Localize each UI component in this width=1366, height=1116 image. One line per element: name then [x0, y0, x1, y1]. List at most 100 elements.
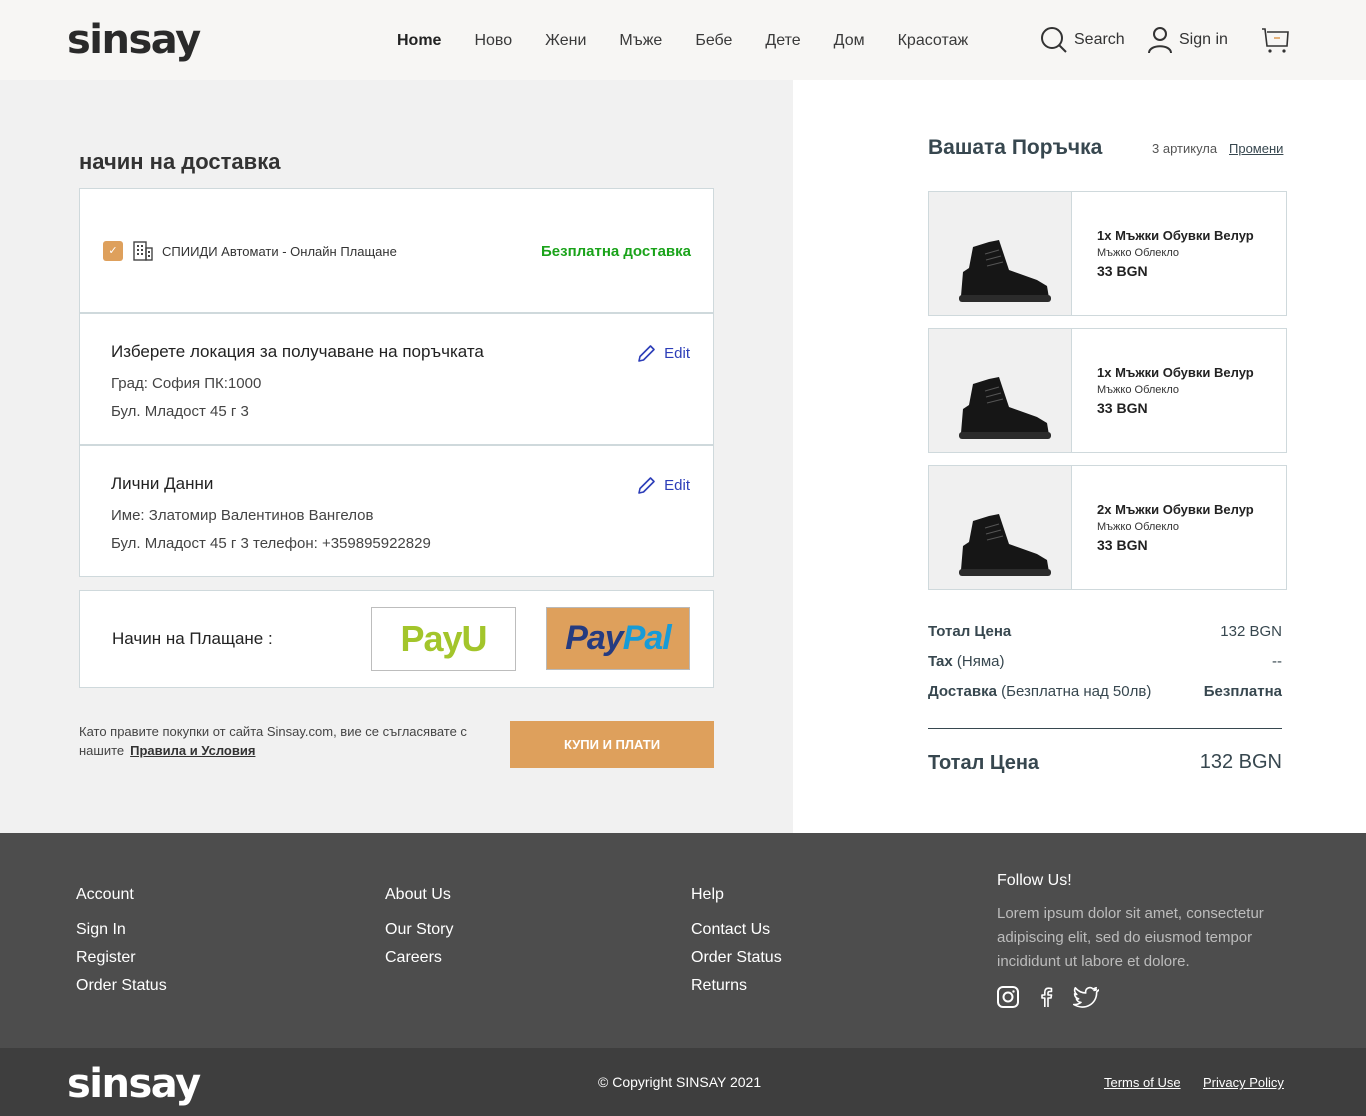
sign-in-button[interactable]: Sign in [1147, 26, 1228, 54]
cart-icon [1262, 28, 1289, 53]
footer-help-title: Help [691, 886, 724, 903]
footer-sinsay-logo[interactable]: sinsay [67, 1060, 201, 1108]
search-button[interactable]: Search [1040, 26, 1125, 54]
edit-label: Edit [664, 345, 690, 362]
footer-link-careers[interactable]: Careers [385, 949, 453, 967]
order-change-link[interactable]: Промени [1229, 141, 1283, 156]
instagram-icon[interactable] [997, 986, 1019, 1008]
personal-name: Име: Златомир Валентинов Вангелов [111, 507, 374, 524]
location-title: Изберете локация за получаване на поръчк… [111, 342, 484, 361]
personal-edit-button[interactable]: Edit [637, 476, 690, 495]
summary-divider [928, 728, 1282, 729]
item-price: 33 BGN [1097, 537, 1148, 553]
product-image [929, 329, 1072, 452]
subtotal-value: 132 BGN [1220, 623, 1282, 640]
location-edit-button[interactable]: Edit [637, 344, 690, 363]
personal-address-phone: Бул. Младост 45 г 3 телефон: +3598959228… [111, 535, 431, 552]
nav-women[interactable]: Жени [545, 31, 586, 51]
payment-method-card: Начин на Плащане : PayU Pay Pal [79, 590, 714, 688]
product-image [929, 466, 1072, 589]
footer-about: About Us Our Story Careers [385, 886, 453, 977]
delivery-option-name: СПИИДИ Автомати [162, 244, 279, 259]
location-card: Изберете локация за получаване на поръчк… [79, 313, 714, 445]
footer-link-register[interactable]: Register [76, 949, 167, 967]
order-item: 2х Мъжки Обувки Велур Мъжко Облекло 33 B… [928, 465, 1287, 590]
order-item: 1х Мъжки Обувки Велур Мъжко Облекло 33 B… [928, 191, 1287, 316]
item-name: 1х Мъжки Обувки Велур [1097, 228, 1254, 243]
delivery-checkbox[interactable]: ✓ [103, 241, 123, 261]
sign-in-label: Sign in [1179, 31, 1228, 48]
pencil-icon [638, 345, 655, 362]
shipping-label: Доставка [928, 683, 997, 700]
main-nav: Home Ново Жени Мъже Бебе Дете Дом Красот… [397, 31, 1001, 51]
shipping-label-wrap: Доставка (Безплатна над 50лв) [928, 683, 1151, 700]
footer-link-sign-in[interactable]: Sign In [76, 921, 167, 939]
search-label: Search [1074, 31, 1125, 48]
total-value: 132 BGN [1199, 751, 1282, 773]
footer-link-order-status[interactable]: Order Status [76, 977, 167, 995]
social-links [997, 986, 1297, 1008]
terms-notice: Като правите покупки от сайта Sinsay.com… [79, 722, 499, 760]
nav-baby[interactable]: Бебе [695, 31, 732, 51]
delivery-title: начин на доставка [79, 149, 281, 174]
delivery-option[interactable]: ✓ СПИИДИ Автомати - Онлайн Плащане Безпл… [79, 188, 714, 313]
tax-note: (Няма) [956, 653, 1005, 670]
twitter-icon[interactable] [1073, 986, 1099, 1008]
footer-link-order-status[interactable]: Order Status [691, 949, 782, 967]
product-image [929, 192, 1072, 315]
subtotal-label: Тотал Цена [928, 623, 1012, 640]
paypal-option[interactable]: Pay Pal [546, 607, 690, 670]
footer-account: Account Sign In Register Order Status [76, 886, 167, 1005]
payment-label: Начин на Плащане : [112, 629, 273, 648]
follow-text: Lorem ipsum dolor sit amet, consectetur … [997, 905, 1264, 970]
location-city: Град: София ПК:1000 [111, 375, 262, 392]
cart-button[interactable] [1261, 26, 1290, 60]
footer-bottom-bar: sinsay © Copyright SINSAY 2021 Terms of … [0, 1048, 1366, 1116]
nav-beauty[interactable]: Красотаж [898, 31, 969, 51]
site-header: sinsay Home Ново Жени Мъже Бебе Дете Дом… [0, 0, 1366, 80]
nav-home[interactable]: Home [397, 31, 441, 51]
nav-kids[interactable]: Дете [765, 31, 800, 51]
tax-label: Tax [928, 653, 953, 670]
footer-link-returns[interactable]: Returns [691, 977, 782, 995]
total-label: Тотал Цена [928, 752, 1040, 774]
shipping-note: (Безплатна над 50лв) [1001, 683, 1152, 700]
item-category: Мъжко Облекло [1097, 521, 1180, 533]
terms-of-use-link[interactable]: Terms of Use [1104, 1075, 1181, 1090]
edit-label: Edit [664, 477, 690, 494]
search-icon [1041, 27, 1067, 53]
nav-new[interactable]: Ново [474, 31, 512, 51]
footer-link-contact-us[interactable]: Contact Us [691, 921, 782, 939]
tax-label-wrap: Tax (Няма) [928, 653, 1005, 670]
user-icon [1148, 27, 1172, 54]
item-name: 2х Мъжки Обувки Велур [1097, 502, 1254, 517]
item-category: Мъжко Облекло [1097, 384, 1180, 396]
privacy-policy-link[interactable]: Privacy Policy [1203, 1075, 1284, 1090]
free-delivery-label: Безплатна доставка [540, 243, 691, 260]
delivery-option-sep: - [278, 244, 291, 259]
facebook-icon[interactable] [1035, 986, 1057, 1008]
buy-and-pay-button[interactable]: КУПИ И ПЛАТИ [510, 721, 714, 768]
paypal-logo-pal: Pal [622, 619, 672, 657]
nav-men[interactable]: Мъже [619, 31, 662, 51]
building-icon [133, 241, 153, 261]
order-item-count: 3 артикула [1152, 141, 1218, 156]
terms-link[interactable]: Правила и Условия [130, 743, 255, 758]
sinsay-logo[interactable]: sinsay [67, 16, 201, 64]
item-category: Мъжко Облекло [1097, 247, 1180, 259]
delivery-option-desc: Онлайн Плащане [290, 244, 397, 259]
footer-help: Help Contact Us Order Status Returns [691, 886, 782, 1005]
footer-follow: Follow Us! Lorem ipsum dolor sit amet, c… [997, 872, 1297, 1008]
footer-link-our-story[interactable]: Our Story [385, 921, 453, 939]
order-item: 1х Мъжки Обувки Велур Мъжко Облекло 33 B… [928, 328, 1287, 453]
boot-icon [959, 514, 1051, 576]
item-price: 33 BGN [1097, 263, 1148, 279]
site-footer: Account Sign In Register Order Status Ab… [0, 833, 1366, 1048]
item-name: 1х Мъжки Обувки Велур [1097, 365, 1254, 380]
footer-about-title: About Us [385, 886, 451, 903]
payu-option[interactable]: PayU [371, 607, 516, 671]
item-price: 33 BGN [1097, 400, 1148, 416]
boot-icon [959, 240, 1051, 302]
copyright-text: © Copyright SINSAY 2021 [598, 1074, 762, 1090]
nav-home-decor[interactable]: Дом [834, 31, 865, 51]
